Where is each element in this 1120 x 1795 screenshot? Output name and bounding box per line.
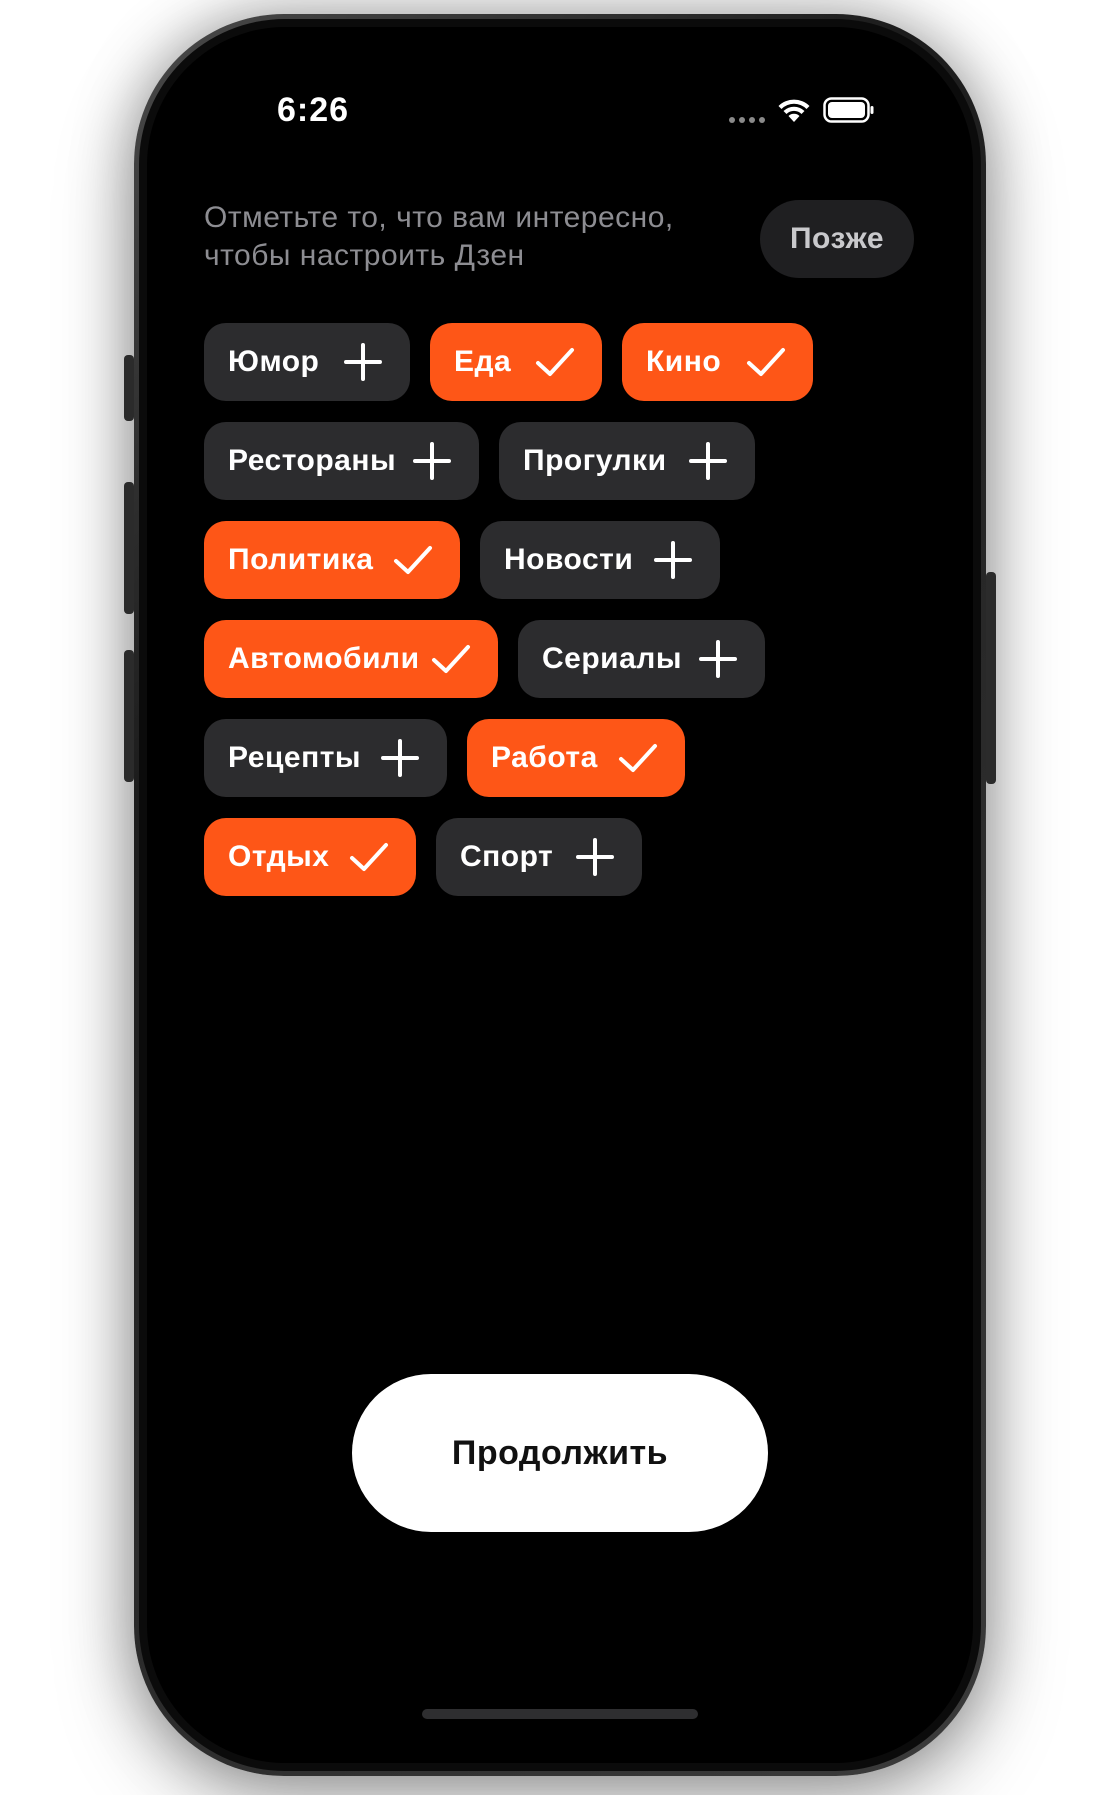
topic-chip-label: Работа bbox=[491, 741, 598, 774]
topic-chip-label: Спорт bbox=[460, 840, 554, 873]
chip-row: Отдых Спорт bbox=[204, 818, 924, 896]
topic-chip-label: Еда bbox=[454, 345, 512, 378]
checkmark-icon bbox=[532, 339, 578, 385]
status-time: 6:26 bbox=[277, 91, 350, 129]
status-icons bbox=[729, 97, 875, 123]
plus-icon bbox=[409, 438, 455, 484]
topic-chips: Юмор Еда Кино Рестораны Прогулки Политик… bbox=[204, 323, 924, 917]
chip-row: Автомобили Сериалы bbox=[204, 620, 924, 698]
topic-chip[interactable]: Новости bbox=[480, 521, 720, 599]
plus-icon bbox=[695, 636, 741, 682]
screen: 6:26 Отметьте то, что вам интересно, что… bbox=[147, 27, 973, 1763]
subtitle-line: Отметьте то, что вам интересно, bbox=[204, 201, 674, 234]
plus-icon bbox=[685, 438, 731, 484]
topic-chip[interactable]: Кино bbox=[622, 323, 813, 401]
topic-chip[interactable]: Рецепты bbox=[204, 719, 447, 797]
topic-chip-label: Рестораны bbox=[228, 444, 397, 477]
topic-chip[interactable]: Юмор bbox=[204, 323, 410, 401]
topic-chip[interactable]: Отдых bbox=[204, 818, 416, 896]
onboarding-subtitle: Отметьте то, что вам интересно, чтобы на… bbox=[204, 199, 724, 275]
mute-switch bbox=[124, 355, 134, 421]
topic-chip-label: Сериалы bbox=[542, 642, 682, 675]
topic-chip-label: Кино bbox=[646, 345, 722, 378]
signal-dots-icon bbox=[729, 97, 765, 123]
topic-chip-label: Новости bbox=[504, 543, 634, 576]
power-button bbox=[986, 572, 996, 784]
plus-icon bbox=[572, 834, 618, 880]
topic-chip[interactable]: Спорт bbox=[436, 818, 642, 896]
subtitle-line: чтобы настроить Дзен bbox=[204, 239, 525, 272]
topic-chip-label: Политика bbox=[228, 543, 374, 576]
home-indicator bbox=[422, 1709, 698, 1719]
battery-icon bbox=[823, 97, 874, 123]
topic-chip[interactable]: Работа bbox=[467, 719, 685, 797]
wifi-icon bbox=[778, 99, 810, 122]
checkmark-icon bbox=[743, 339, 789, 385]
topic-chip[interactable]: Прогулки bbox=[499, 422, 755, 500]
checkmark-icon bbox=[428, 636, 474, 682]
page: 6:26 Отметьте то, что вам интересно, что… bbox=[0, 0, 1120, 1795]
topic-chip[interactable]: Политика bbox=[204, 521, 460, 599]
plus-icon bbox=[377, 735, 423, 781]
plus-icon bbox=[340, 339, 386, 385]
chip-row: Рестораны Прогулки bbox=[204, 422, 924, 500]
chip-row: Юмор Еда Кино bbox=[204, 323, 924, 401]
topic-chip[interactable]: Еда bbox=[430, 323, 602, 401]
topic-chip[interactable]: Рестораны bbox=[204, 422, 479, 500]
chip-row: Рецепты Работа bbox=[204, 719, 924, 797]
checkmark-icon bbox=[390, 537, 436, 583]
topic-chip-label: Прогулки bbox=[523, 444, 667, 477]
chip-row: Политика Новости bbox=[204, 521, 924, 599]
checkmark-icon bbox=[615, 735, 661, 781]
topic-chip-label: Автомобили bbox=[228, 642, 420, 675]
topic-chip-label: Отдых bbox=[228, 840, 330, 873]
later-button[interactable]: Позже bbox=[760, 200, 914, 278]
checkmark-icon bbox=[346, 834, 392, 880]
topic-chip-label: Юмор bbox=[228, 345, 320, 378]
volume-down-button bbox=[124, 650, 134, 782]
topic-chip[interactable]: Автомобили bbox=[204, 620, 498, 698]
topic-chip-label: Рецепты bbox=[228, 741, 362, 774]
volume-up-button bbox=[124, 482, 134, 614]
topic-chip[interactable]: Сериалы bbox=[518, 620, 765, 698]
continue-button[interactable]: Продолжить bbox=[352, 1374, 768, 1532]
plus-icon bbox=[650, 537, 696, 583]
